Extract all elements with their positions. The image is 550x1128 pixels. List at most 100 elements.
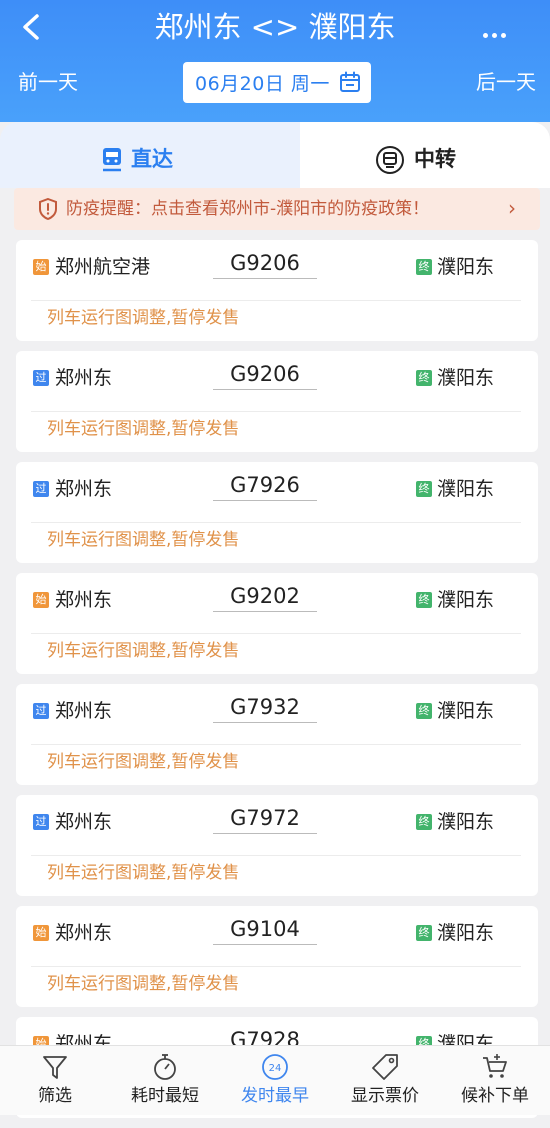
sale-status: 列车运行图调整,暂停发售 [47, 530, 240, 550]
departure-station: 郑州航空港 [55, 256, 151, 278]
train-number-underline [213, 722, 317, 723]
departure-badge: 过 [33, 703, 49, 719]
show-price-button[interactable]: 显示票价 [330, 1046, 440, 1115]
arrival-badge: 终 [416, 259, 432, 275]
train-number[interactable]: G9202 [213, 582, 317, 610]
arrival-station: 濮阳东 [437, 700, 495, 722]
arrival-station: 濮阳东 [437, 922, 495, 944]
card-divider [31, 966, 521, 967]
sale-status: 列车运行图调整,暂停发售 [47, 863, 240, 883]
card-divider [31, 522, 521, 523]
departure-station: 郑州东 [55, 589, 113, 611]
departure-station: 郑州东 [55, 811, 113, 833]
route-type-tabs: 中转 直达 [0, 122, 550, 188]
page-title: 郑州东 <> 濮阳东 [154, 10, 396, 44]
waitlist-order-button[interactable]: 候补下单 [440, 1046, 550, 1115]
departure-station: 郑州东 [55, 700, 113, 722]
train-number-underline [213, 833, 317, 834]
show-price-label: 显示票价 [351, 1086, 419, 1106]
train-card[interactable]: 过 郑州东 G7932 终 濮阳东 列车运行图调整,暂停发售 [16, 684, 538, 785]
departure-station: 郑州东 [55, 478, 113, 500]
arrival-station: 濮阳东 [437, 256, 495, 278]
top-header: 郑州东 <> 濮阳东 前一天 06月20日 周一 后一天 [0, 0, 550, 130]
card-divider [31, 855, 521, 856]
filter-button[interactable]: 筛选 [0, 1046, 110, 1115]
shield-alert-icon [39, 198, 57, 220]
arrival-badge: 终 [416, 814, 432, 830]
next-day-button[interactable]: 后一天 [476, 69, 536, 95]
bottom-toolbar: 筛选 耗时最短 24 发时最早 显示票价 候补下单 [0, 1045, 550, 1115]
previous-day-button[interactable]: 前一天 [18, 69, 78, 95]
earliest-departure-label: 发时最早 [241, 1086, 309, 1106]
departure-badge: 始 [33, 925, 49, 941]
sale-status: 列车运行图调整,暂停发售 [47, 974, 240, 994]
date-label: 06月20日 周一 [195, 73, 330, 95]
departure-badge: 始 [33, 259, 49, 275]
shortest-duration-label: 耗时最短 [131, 1086, 199, 1106]
date-picker[interactable]: 06月20日 周一 [183, 62, 371, 103]
departure-badge: 过 [33, 814, 49, 830]
train-number[interactable]: G9206 [213, 360, 317, 388]
epidemic-notice-banner[interactable]: 防疫提醒：点击查看郑州市-濮阳市的防疫政策！ › [14, 188, 540, 230]
transfer-train-icon [376, 146, 404, 174]
departure-station: 郑州东 [55, 367, 113, 389]
train-number-underline [213, 278, 317, 279]
calendar-icon [340, 71, 360, 92]
train-list: 始 郑州航空港 G9206 终 濮阳东 列车运行图调整,暂停发售 过 郑州东 G… [16, 240, 538, 1128]
arrival-badge: 终 [416, 592, 432, 608]
filter-label: 筛选 [38, 1086, 72, 1106]
notice-text: 防疫提醒：点击查看郑州市-濮阳市的防疫政策！ [66, 199, 430, 219]
tab-transfer[interactable]: 中转 [280, 122, 550, 188]
departure-station: 郑州东 [55, 922, 113, 944]
clock-24-icon: 24 [262, 1054, 288, 1080]
train-card[interactable]: 过 郑州东 G7972 终 濮阳东 列车运行图调整,暂停发售 [16, 795, 538, 896]
train-icon [103, 148, 121, 172]
shortest-duration-button[interactable]: 耗时最短 [110, 1046, 220, 1115]
sale-status: 列车运行图调整,暂停发售 [47, 308, 240, 328]
price-tag-icon [372, 1054, 398, 1080]
train-number-underline [213, 389, 317, 390]
arrival-badge: 终 [416, 481, 432, 497]
train-card[interactable]: 过 郑州东 G9206 终 濮阳东 列车运行图调整,暂停发售 [16, 351, 538, 452]
arrival-station: 濮阳东 [437, 478, 495, 500]
card-divider [31, 411, 521, 412]
earliest-departure-button[interactable]: 24 发时最早 [220, 1046, 330, 1115]
train-number[interactable]: G9104 [213, 915, 317, 943]
card-divider [31, 300, 521, 301]
sale-status: 列车运行图调整,暂停发售 [47, 641, 240, 661]
departure-badge: 过 [33, 370, 49, 386]
train-card[interactable]: 始 郑州东 G9104 终 濮阳东 列车运行图调整,暂停发售 [16, 906, 538, 1007]
card-divider [31, 633, 521, 634]
tab-direct[interactable]: 直达 [0, 122, 300, 188]
train-number[interactable]: G9206 [213, 249, 317, 277]
card-divider [31, 744, 521, 745]
filter-icon [43, 1056, 67, 1079]
stopwatch-icon [154, 1054, 176, 1080]
svg-text:24: 24 [269, 1063, 282, 1074]
arrival-badge: 终 [416, 925, 432, 941]
tab-transfer-label: 中转 [414, 147, 456, 171]
arrival-badge: 终 [416, 370, 432, 386]
sale-status: 列车运行图调整,暂停发售 [47, 419, 240, 439]
waitlist-order-label: 候补下单 [461, 1086, 529, 1106]
departure-badge: 过 [33, 481, 49, 497]
arrival-badge: 终 [416, 703, 432, 719]
train-number[interactable]: G7926 [213, 471, 317, 499]
tab-direct-label: 直达 [131, 147, 173, 171]
arrival-station: 濮阳东 [437, 811, 495, 833]
train-card[interactable]: 始 郑州航空港 G9206 终 濮阳东 列车运行图调整,暂停发售 [16, 240, 538, 341]
more-options-icon[interactable] [481, 22, 508, 43]
train-card[interactable]: 过 郑州东 G7926 终 濮阳东 列车运行图调整,暂停发售 [16, 462, 538, 563]
train-number[interactable]: G7932 [213, 693, 317, 721]
arrival-station: 濮阳东 [437, 589, 495, 611]
cart-plus-icon [483, 1054, 507, 1078]
train-number-underline [213, 944, 317, 945]
train-number-underline [213, 611, 317, 612]
departure-badge: 始 [33, 592, 49, 608]
train-number-underline [213, 500, 317, 501]
train-card[interactable]: 始 郑州东 G9202 终 濮阳东 列车运行图调整,暂停发售 [16, 573, 538, 674]
sale-status: 列车运行图调整,暂停发售 [47, 752, 240, 772]
arrival-station: 濮阳东 [437, 367, 495, 389]
train-number[interactable]: G7972 [213, 804, 317, 832]
chevron-right-icon: › [508, 196, 516, 220]
